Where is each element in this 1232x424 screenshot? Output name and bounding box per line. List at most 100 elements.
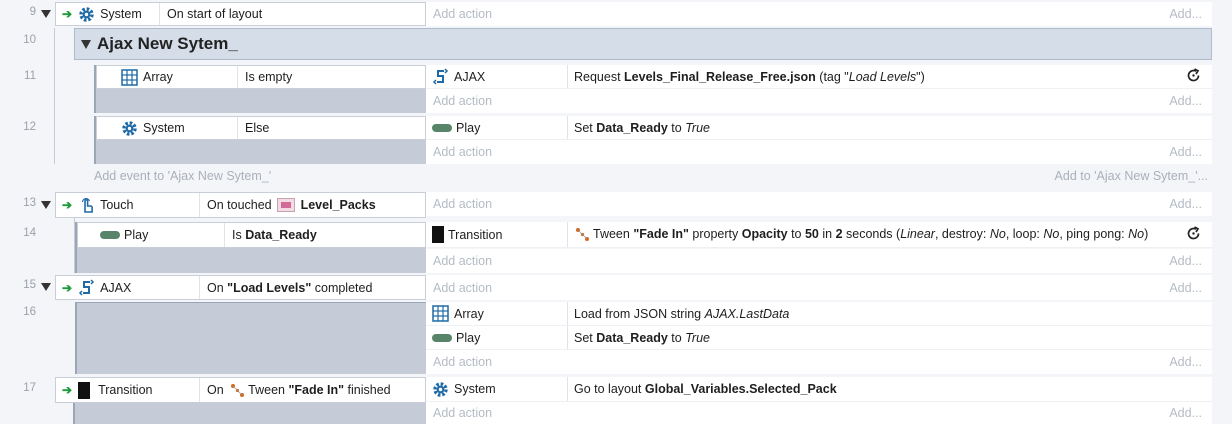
line-number: 16 bbox=[23, 306, 36, 318]
trigger-arrow-icon: ➔ bbox=[62, 198, 73, 212]
action-text: Go to layout Global_Variables.Selected_P… bbox=[574, 382, 837, 396]
trigger-arrow-icon: ➔ bbox=[62, 383, 73, 397]
action-row[interactable]: Array Load from JSON string AJAX.LastDat… bbox=[426, 302, 1212, 326]
condition-text: Is empty bbox=[245, 70, 293, 84]
touch-icon bbox=[78, 197, 95, 214]
event-9-condition[interactable]: ➔ System On start of layout bbox=[55, 2, 426, 26]
group-collapse-toggle[interactable] bbox=[81, 39, 91, 49]
add-action-link[interactable]: Add action bbox=[433, 7, 492, 21]
redo-icon[interactable] bbox=[1185, 225, 1202, 245]
transition-icon bbox=[78, 381, 91, 399]
add-action-link[interactable]: Add action bbox=[433, 281, 492, 295]
group-title: Ajax New Sytem_ bbox=[97, 34, 238, 53]
add-more-link[interactable]: Add... bbox=[1169, 281, 1202, 295]
trigger-arrow-icon: ➔ bbox=[62, 7, 73, 21]
line-number: 13 bbox=[23, 197, 36, 209]
event-17-condition[interactable]: ➔ Transition On Tween "Fade In" finished bbox=[55, 377, 426, 403]
ajax-icon bbox=[78, 279, 95, 296]
action-object: Array bbox=[454, 306, 484, 321]
event-15-condition[interactable]: ➔ AJAX On "Load Levels" completed bbox=[55, 275, 426, 300]
add-more-link[interactable]: Add... bbox=[1169, 7, 1202, 21]
redo-icon[interactable] bbox=[1185, 67, 1202, 87]
condition-object: AJAX bbox=[100, 280, 132, 295]
action-object: Play bbox=[456, 120, 481, 135]
condition-text: On touched Level_Packs bbox=[207, 197, 376, 213]
event-block-bar[interactable] bbox=[75, 302, 426, 374]
event-13-condition[interactable]: ➔ Touch On touched Level_Packs bbox=[55, 192, 426, 218]
add-action-link[interactable]: Add action bbox=[433, 254, 492, 268]
add-action-link[interactable]: Add action bbox=[433, 197, 492, 211]
action-text: Request Levels_Final_Release_Free.json (… bbox=[574, 69, 925, 84]
ajax-icon bbox=[432, 68, 449, 85]
condition-text: Else bbox=[245, 121, 270, 135]
add-action-row[interactable]: Add action Add... bbox=[426, 275, 1212, 300]
action-object: AJAX bbox=[454, 69, 486, 84]
tween-icon bbox=[574, 226, 591, 243]
action-row[interactable]: Transition Tween "Fade In" property Opac… bbox=[426, 222, 1212, 248]
action-text: Tween "Fade In" property Opacity to 50 i… bbox=[568, 226, 1212, 243]
group-footer: Add event to 'Ajax New Sytem_' Add to 'A… bbox=[94, 166, 1212, 186]
action-object: Play bbox=[456, 330, 481, 345]
add-action-row[interactable]: Add action Add... bbox=[426, 350, 1212, 374]
condition-object: Array bbox=[143, 70, 173, 84]
indent-guide bbox=[54, 28, 55, 164]
add-more-link[interactable]: Add... bbox=[1169, 145, 1202, 159]
action-row[interactable]: System Go to layout Global_Variables.Sel… bbox=[426, 377, 1212, 402]
add-action-link[interactable]: Add action bbox=[433, 94, 492, 108]
scroll-gutter[interactable] bbox=[1212, 0, 1232, 424]
line-number: 10 bbox=[23, 34, 36, 46]
add-more-link[interactable]: Add... bbox=[1169, 197, 1202, 211]
tween-icon bbox=[229, 382, 246, 399]
action-object: System bbox=[454, 382, 496, 396]
condition-object: Transition bbox=[98, 383, 153, 397]
add-action-link[interactable]: Add action bbox=[433, 355, 492, 369]
event-group-header[interactable]: Ajax New Sytem_ bbox=[74, 28, 1212, 60]
action-row[interactable]: Play Set Data_Ready to True bbox=[426, 326, 1212, 350]
action-text: Set Data_Ready to True bbox=[574, 330, 710, 345]
add-action-row[interactable]: Add action Add... bbox=[426, 2, 1212, 26]
line-number: 11 bbox=[24, 70, 36, 82]
collapse-toggle[interactable] bbox=[41, 201, 51, 209]
add-to-group-link[interactable]: Add to 'Ajax New Sytem_'... bbox=[1055, 169, 1208, 183]
line-number: 15 bbox=[23, 279, 36, 291]
action-text: Set Data_Ready to True bbox=[574, 120, 710, 135]
action-text: Load from JSON string AJAX.LastData bbox=[574, 306, 790, 321]
add-more-link[interactable]: Add... bbox=[1169, 254, 1202, 268]
line-number: 17 bbox=[23, 382, 36, 394]
condition-object: Touch bbox=[100, 198, 134, 212]
gear-icon bbox=[432, 381, 449, 398]
condition-text: Is Data_Ready bbox=[232, 228, 317, 242]
add-more-link[interactable]: Add... bbox=[1169, 355, 1202, 369]
add-more-link[interactable]: Add... bbox=[1169, 406, 1202, 420]
grid-icon bbox=[432, 305, 449, 322]
action-object: Transition bbox=[448, 227, 503, 242]
sprite-icon bbox=[277, 198, 296, 213]
grid-icon bbox=[121, 68, 138, 86]
add-action-link[interactable]: Add action bbox=[433, 406, 492, 420]
event-11-condition[interactable]: Array Is empty bbox=[96, 65, 426, 89]
event-12-condition[interactable]: System Else bbox=[96, 116, 426, 140]
add-event-to-group-link[interactable]: Add event to 'Ajax New Sytem_' bbox=[94, 169, 271, 183]
play-icon bbox=[100, 231, 120, 239]
event-14-condition[interactable]: Play Is Data_Ready bbox=[77, 222, 426, 248]
condition-object: System bbox=[143, 121, 185, 135]
add-action-row[interactable]: Add action Add... bbox=[426, 89, 1212, 113]
action-row[interactable]: Play Set Data_Ready to True bbox=[426, 116, 1212, 140]
add-more-link[interactable]: Add... bbox=[1169, 94, 1202, 108]
line-number: 14 bbox=[23, 227, 36, 239]
trigger-arrow-icon: ➔ bbox=[62, 280, 73, 295]
add-action-row[interactable]: Add action Add... bbox=[426, 402, 1212, 424]
add-action-row[interactable]: Add action Add... bbox=[426, 192, 1212, 216]
action-row[interactable]: AJAX Request Levels_Final_Release_Free.j… bbox=[426, 65, 1212, 89]
condition-text: On "Load Levels" completed bbox=[207, 280, 373, 295]
line-number: 12 bbox=[23, 121, 36, 133]
add-action-row[interactable]: Add action Add... bbox=[426, 249, 1212, 273]
collapse-toggle[interactable] bbox=[41, 10, 51, 18]
condition-object: Play bbox=[124, 228, 149, 242]
gear-icon bbox=[78, 6, 95, 23]
add-action-row[interactable]: Add action Add... bbox=[426, 140, 1212, 164]
transition-icon bbox=[432, 226, 444, 243]
collapse-toggle[interactable] bbox=[41, 283, 51, 291]
add-action-link[interactable]: Add action bbox=[433, 145, 492, 159]
play-icon bbox=[432, 333, 452, 342]
